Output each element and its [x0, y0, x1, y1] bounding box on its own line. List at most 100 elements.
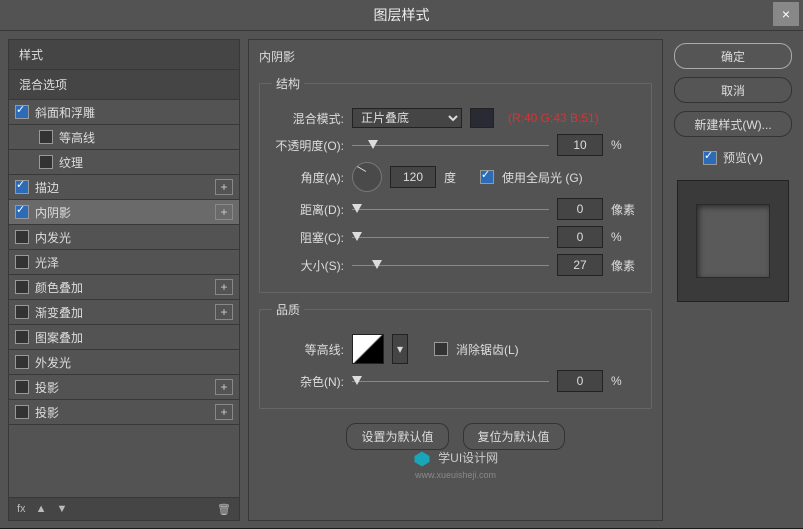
add-effect-icon[interactable]: + [215, 379, 233, 395]
style-label: 图案叠加 [35, 329, 83, 346]
preview-checkbox[interactable] [703, 151, 717, 165]
fx-icon[interactable]: fx [17, 503, 26, 515]
style-checkbox[interactable] [39, 130, 53, 144]
watermark: 学UI设计网 www.xueuisheji.com [249, 449, 662, 480]
style-row-5[interactable]: 内发光 [9, 225, 239, 249]
size-label: 大小(S): [272, 257, 344, 274]
style-row-0[interactable]: 斜面和浮雕 [9, 100, 239, 124]
style-label: 等高线 [59, 129, 95, 146]
use-global-light-label: 使用全局光 (G) [502, 169, 583, 186]
style-checkbox[interactable] [15, 380, 29, 394]
opacity-input[interactable] [557, 134, 603, 156]
add-effect-icon[interactable]: + [215, 279, 233, 295]
make-default-button[interactable]: 设置为默认值 [346, 423, 448, 450]
style-checkbox[interactable] [15, 105, 29, 119]
style-row-11[interactable]: 投影 + [9, 375, 239, 399]
style-label: 内发光 [35, 229, 71, 246]
distance-slider[interactable] [352, 202, 549, 216]
layer-style-dialog: 图层样式 × 样式 混合选项 斜面和浮雕等高线纹理描边 + 内阴影 + 内发光光泽颜色叠… [0, 0, 803, 528]
size-input[interactable] [557, 254, 603, 276]
antialias-label: 消除锯齿(L) [456, 341, 519, 358]
structure-legend: 结构 [272, 75, 304, 92]
use-global-light-checkbox[interactable] [480, 170, 494, 184]
preview-swatch [696, 204, 770, 278]
color-annotation: (R:40 G:43 B:51) [508, 111, 599, 125]
close-button[interactable]: × [773, 2, 799, 26]
style-row-3[interactable]: 描边 + [9, 175, 239, 199]
watermark-icon [413, 450, 431, 468]
angle-label: 角度(A): [272, 169, 344, 186]
antialias-checkbox[interactable] [434, 342, 448, 356]
arrow-down-icon[interactable]: ▼ [56, 503, 67, 515]
style-checkbox[interactable] [15, 205, 29, 219]
noise-label: 杂色(N): [272, 373, 344, 390]
style-row-4[interactable]: 内阴影 + [9, 200, 239, 224]
noise-input[interactable] [557, 370, 603, 392]
trash-icon[interactable]: 🗑 [217, 503, 231, 516]
choke-unit: % [611, 230, 639, 244]
angle-dial[interactable] [352, 162, 382, 192]
reset-default-button[interactable]: 复位为默认值 [463, 423, 565, 450]
style-row-6[interactable]: 光泽 [9, 250, 239, 274]
style-row-1[interactable]: 等高线 [9, 125, 239, 149]
style-checkbox[interactable] [15, 255, 29, 269]
contour-label: 等高线: [272, 341, 344, 358]
style-checkbox[interactable] [15, 405, 29, 419]
arrow-up-icon[interactable]: ▲ [36, 503, 47, 515]
style-checkbox[interactable] [15, 230, 29, 244]
shadow-color-swatch[interactable] [470, 108, 494, 128]
blend-mode-select[interactable]: 正片叠底 [352, 108, 462, 128]
style-label: 光泽 [35, 254, 59, 271]
opacity-slider[interactable] [352, 138, 549, 152]
structure-group: 结构 混合模式: 正片叠底 (R:40 G:43 B:51) 不透明度(O): … [259, 75, 652, 293]
style-label: 纹理 [59, 154, 83, 171]
noise-slider[interactable] [352, 374, 549, 388]
new-style-button[interactable]: 新建样式(W)... [674, 111, 792, 137]
style-checkbox[interactable] [15, 355, 29, 369]
effects-toolbar: fx ▲ ▼ 🗑 [9, 497, 239, 520]
blend-options-header[interactable]: 混合选项 [9, 70, 239, 99]
style-label: 颜色叠加 [35, 279, 83, 296]
add-effect-icon[interactable]: + [215, 304, 233, 320]
choke-slider[interactable] [352, 230, 549, 244]
opacity-unit: % [611, 138, 639, 152]
size-slider[interactable] [352, 258, 549, 272]
preview-box [677, 180, 789, 302]
styles-header[interactable]: 样式 [9, 40, 239, 69]
style-label: 渐变叠加 [35, 304, 83, 321]
style-checkbox[interactable] [15, 280, 29, 294]
contour-picker[interactable] [352, 334, 384, 364]
style-row-7[interactable]: 颜色叠加 + [9, 275, 239, 299]
style-label: 内阴影 [35, 204, 71, 221]
style-checkbox[interactable] [15, 330, 29, 344]
choke-input[interactable] [557, 226, 603, 248]
style-row-2[interactable]: 纹理 [9, 150, 239, 174]
style-row-10[interactable]: 外发光 [9, 350, 239, 374]
style-label: 斜面和浮雕 [35, 104, 95, 121]
noise-unit: % [611, 374, 639, 388]
dialog-title: 图层样式 [374, 5, 430, 25]
style-checkbox[interactable] [39, 155, 53, 169]
style-checkbox[interactable] [15, 305, 29, 319]
style-row-9[interactable]: 图案叠加 [9, 325, 239, 349]
preview-label: 预览(V) [723, 149, 763, 166]
choke-label: 阻塞(C): [272, 229, 344, 246]
distance-label: 距离(D): [272, 201, 344, 218]
add-effect-icon[interactable]: + [215, 404, 233, 420]
ok-button[interactable]: 确定 [674, 43, 792, 69]
opacity-label: 不透明度(O): [272, 137, 344, 154]
distance-input[interactable] [557, 198, 603, 220]
cancel-button[interactable]: 取消 [674, 77, 792, 103]
quality-legend: 品质 [272, 301, 304, 318]
contour-dropdown[interactable]: ▾ [392, 334, 408, 364]
style-checkbox[interactable] [15, 180, 29, 194]
style-row-12[interactable]: 投影+ [9, 400, 239, 424]
add-effect-icon[interactable]: + [215, 204, 233, 220]
style-row-8[interactable]: 渐变叠加 + [9, 300, 239, 324]
angle-input[interactable] [390, 166, 436, 188]
quality-group: 品质 等高线: ▾ 消除锯齿(L) 杂色(N): % [259, 301, 652, 409]
style-label: 投影 [35, 379, 59, 396]
blend-mode-label: 混合模式: [272, 110, 344, 127]
add-effect-icon[interactable]: + [215, 179, 233, 195]
style-label: 描边 [35, 179, 59, 196]
